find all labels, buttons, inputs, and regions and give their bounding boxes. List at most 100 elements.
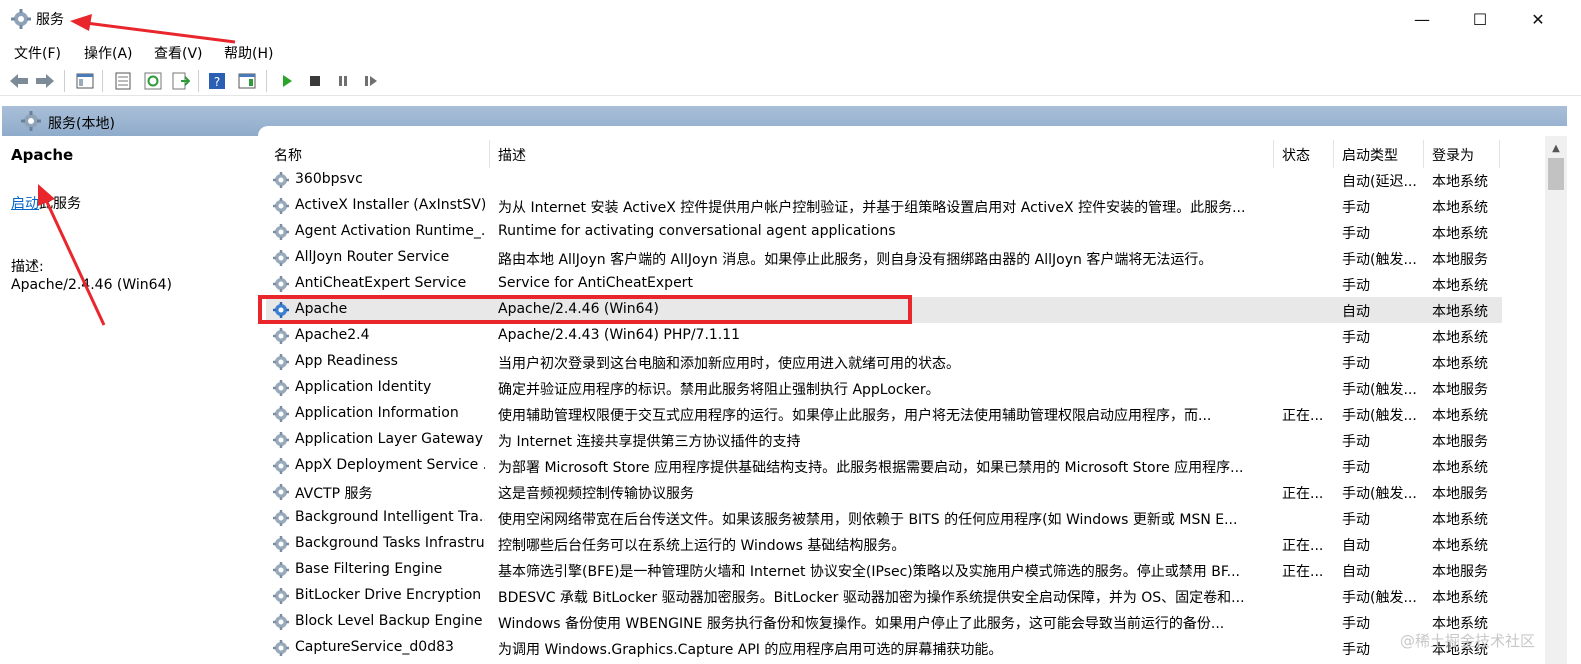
scroll-up-icon[interactable]: ▲ [1545, 138, 1567, 158]
stop-service-icon [310, 76, 320, 86]
cell-logon: 本地系统 [1432, 538, 1488, 554]
column-header-name[interactable]: 名称 ⌃ [266, 140, 490, 168]
table-row[interactable]: 360bpsvc 自动(延迟... 本地系统 [266, 167, 1502, 193]
minimize-button[interactable]: — [1393, 0, 1451, 38]
service-gear-icon [273, 328, 289, 344]
cell-desc: 路由本地 AllJoyn 客户端的 AllJoyn 消息。如果停止此服务，则自身… [498, 252, 1213, 268]
cell-startup: 自动 [1342, 538, 1370, 554]
cell-name: AllJoyn Router Service [295, 249, 450, 265]
cell-startup: 手动 [1342, 434, 1370, 450]
cell-startup: 手动 [1342, 278, 1370, 294]
cell-logon: 本地系统 [1432, 408, 1488, 424]
cell-status: 正在... [1282, 538, 1324, 554]
cell-startup: 手动(触发... [1342, 590, 1417, 606]
table-row[interactable]: Agent Activation Runtime_... Runtime for … [266, 219, 1502, 245]
service-gear-icon [273, 354, 289, 370]
maximize-button[interactable]: ☐ [1451, 0, 1509, 38]
cell-desc: Windows 备份使用 WBENGINE 服务执行备份和恢复操作。如果用户停止… [498, 616, 1225, 632]
watermark: @稀土掘金技术社区 [1400, 632, 1536, 650]
cell-desc: Service for AntiCheatExpert [498, 275, 693, 291]
cell-name: Application Information [295, 405, 459, 421]
cell-desc: 为调用 Windows.Graphics.Capture API 的应用程序启用… [498, 642, 1003, 658]
cell-logon: 本地系统 [1432, 200, 1488, 216]
cell-startup: 手动(触发... [1342, 382, 1417, 398]
refresh-icon [144, 72, 162, 90]
stop-service-button[interactable] [304, 70, 326, 92]
band-tab-cutout [258, 126, 1567, 138]
table-row[interactable]: Apache2.4 Apache/2.4.43 (Win64) PHP/7.1.1… [266, 323, 1502, 349]
help-button[interactable]: ? [206, 70, 228, 92]
export-list-button[interactable] [170, 70, 192, 92]
column-startup-type-label: 启动类型 [1342, 148, 1398, 164]
table-row[interactable]: AllJoyn Router Service 路由本地 AllJoyn 客户端的 … [266, 245, 1502, 271]
table-row[interactable]: App Readiness 当用户初次登录到这台电脑和添加新应用时，使应用进入就绪… [266, 349, 1502, 375]
table-row[interactable]: Background Intelligent Tra... 使用空闲网络带宽在后台… [266, 505, 1502, 531]
table-row[interactable]: AntiCheatExpert Service Service for AntiC… [266, 271, 1502, 297]
services-gear-icon [21, 111, 41, 131]
cell-logon: 本地系统 [1432, 278, 1488, 294]
menu-view[interactable]: 查看(V) [140, 39, 210, 65]
column-header-status[interactable]: 状态 [1274, 140, 1334, 168]
cell-logon: 本地服务 [1432, 564, 1488, 580]
start-service-button[interactable] [276, 70, 298, 92]
vertical-scrollbar[interactable]: ▲ [1545, 136, 1567, 664]
table-row[interactable]: ActiveX Installer (AxInstSV) 为从 Internet … [266, 193, 1502, 219]
cell-startup: 手动 [1342, 200, 1370, 216]
forward-button[interactable] [34, 70, 56, 92]
column-status-label: 状态 [1282, 148, 1310, 164]
table-row[interactable]: Application Information 使用辅助管理权限便于交互式应用程序… [266, 401, 1502, 427]
restart-service-button[interactable] [360, 70, 382, 92]
back-button[interactable] [8, 70, 30, 92]
table-row[interactable]: Application Layer Gateway ... 为 Internet … [266, 427, 1502, 453]
cell-desc: 控制哪些后台任务可以在系统上运行的 Windows 基础结构服务。 [498, 538, 906, 554]
column-name-label: 名称 [274, 148, 302, 164]
apache-row-highlight-box [258, 295, 912, 324]
column-header-startup-type[interactable]: 启动类型 [1334, 140, 1424, 168]
column-log-on-as-label: 登录为 [1432, 148, 1474, 164]
table-row[interactable]: AVCTP 服务 这是音频视频控制传输协议服务 正在... 手动(触发... 本地服务 [266, 479, 1502, 505]
console-tree-button[interactable] [74, 70, 96, 92]
menu-file[interactable]: 文件(F) [0, 39, 70, 65]
table-row[interactable]: Background Tasks Infrastru... 控制哪些后台任务可以在… [266, 531, 1502, 557]
cell-logon: 本地服务 [1432, 486, 1488, 502]
maximize-icon: ☐ [1472, 9, 1488, 29]
start-service-link[interactable]: 启动 [11, 196, 39, 212]
pause-service-icon [339, 76, 347, 86]
cell-status: 正在... [1282, 408, 1324, 424]
table-row[interactable]: CaptureService_d0d83 为调用 Windows.Graphics… [266, 635, 1502, 661]
cell-logon: 本地服务 [1432, 434, 1488, 450]
cell-logon: 本地系统 [1432, 304, 1488, 320]
toolbar: ? [0, 66, 1581, 96]
cell-startup: 手动(触发... [1342, 486, 1417, 502]
scrollbar-thumb[interactable] [1548, 158, 1564, 190]
toolbar-separator [198, 70, 199, 92]
forward-icon [36, 74, 54, 88]
back-icon [10, 74, 28, 88]
service-gear-icon [273, 172, 289, 188]
show-hide-console-tree-icon [76, 73, 94, 89]
menu-action[interactable]: 操作(A) [70, 39, 140, 65]
close-button[interactable]: ✕ [1509, 0, 1567, 38]
scope-title: 服务(本地) [48, 116, 115, 132]
services-table: 名称 ⌃ 描述 状态 启动类型 登录为 360bpsvc 自动(延迟... 本地系统… [266, 140, 1544, 664]
restart-service-icon [365, 76, 377, 86]
column-header-description[interactable]: 描述 [490, 140, 1274, 168]
action-pane-button[interactable] [236, 70, 258, 92]
cell-name: Background Tasks Infrastru... [295, 535, 485, 551]
cell-name: App Readiness [295, 353, 398, 369]
cell-status: 正在... [1282, 564, 1324, 580]
menu-help[interactable]: 帮助(H) [210, 39, 280, 65]
column-header-log-on-as[interactable]: 登录为 [1424, 140, 1500, 168]
table-row[interactable]: Block Level Backup Engine ... Windows 备份使… [266, 609, 1502, 635]
table-row[interactable]: Application Identity 确定并验证应用程序的标识。禁用此服务将阻… [266, 375, 1502, 401]
toolbar-separator [102, 70, 103, 92]
table-row[interactable]: AppX Deployment Service ... 为部署 Microsoft… [266, 453, 1502, 479]
table-row[interactable]: Base Filtering Engine 基本筛选引擎(BFE)是一种管理防火墙… [266, 557, 1502, 583]
cell-logon: 本地系统 [1432, 590, 1488, 606]
table-row[interactable]: BitLocker Drive Encryption ... BDESVC 承载 … [266, 583, 1502, 609]
refresh-button[interactable] [142, 70, 164, 92]
export-list-icon [172, 72, 190, 90]
properties-button[interactable] [112, 70, 134, 92]
pause-service-button[interactable] [332, 70, 354, 92]
service-gear-icon [273, 562, 289, 578]
